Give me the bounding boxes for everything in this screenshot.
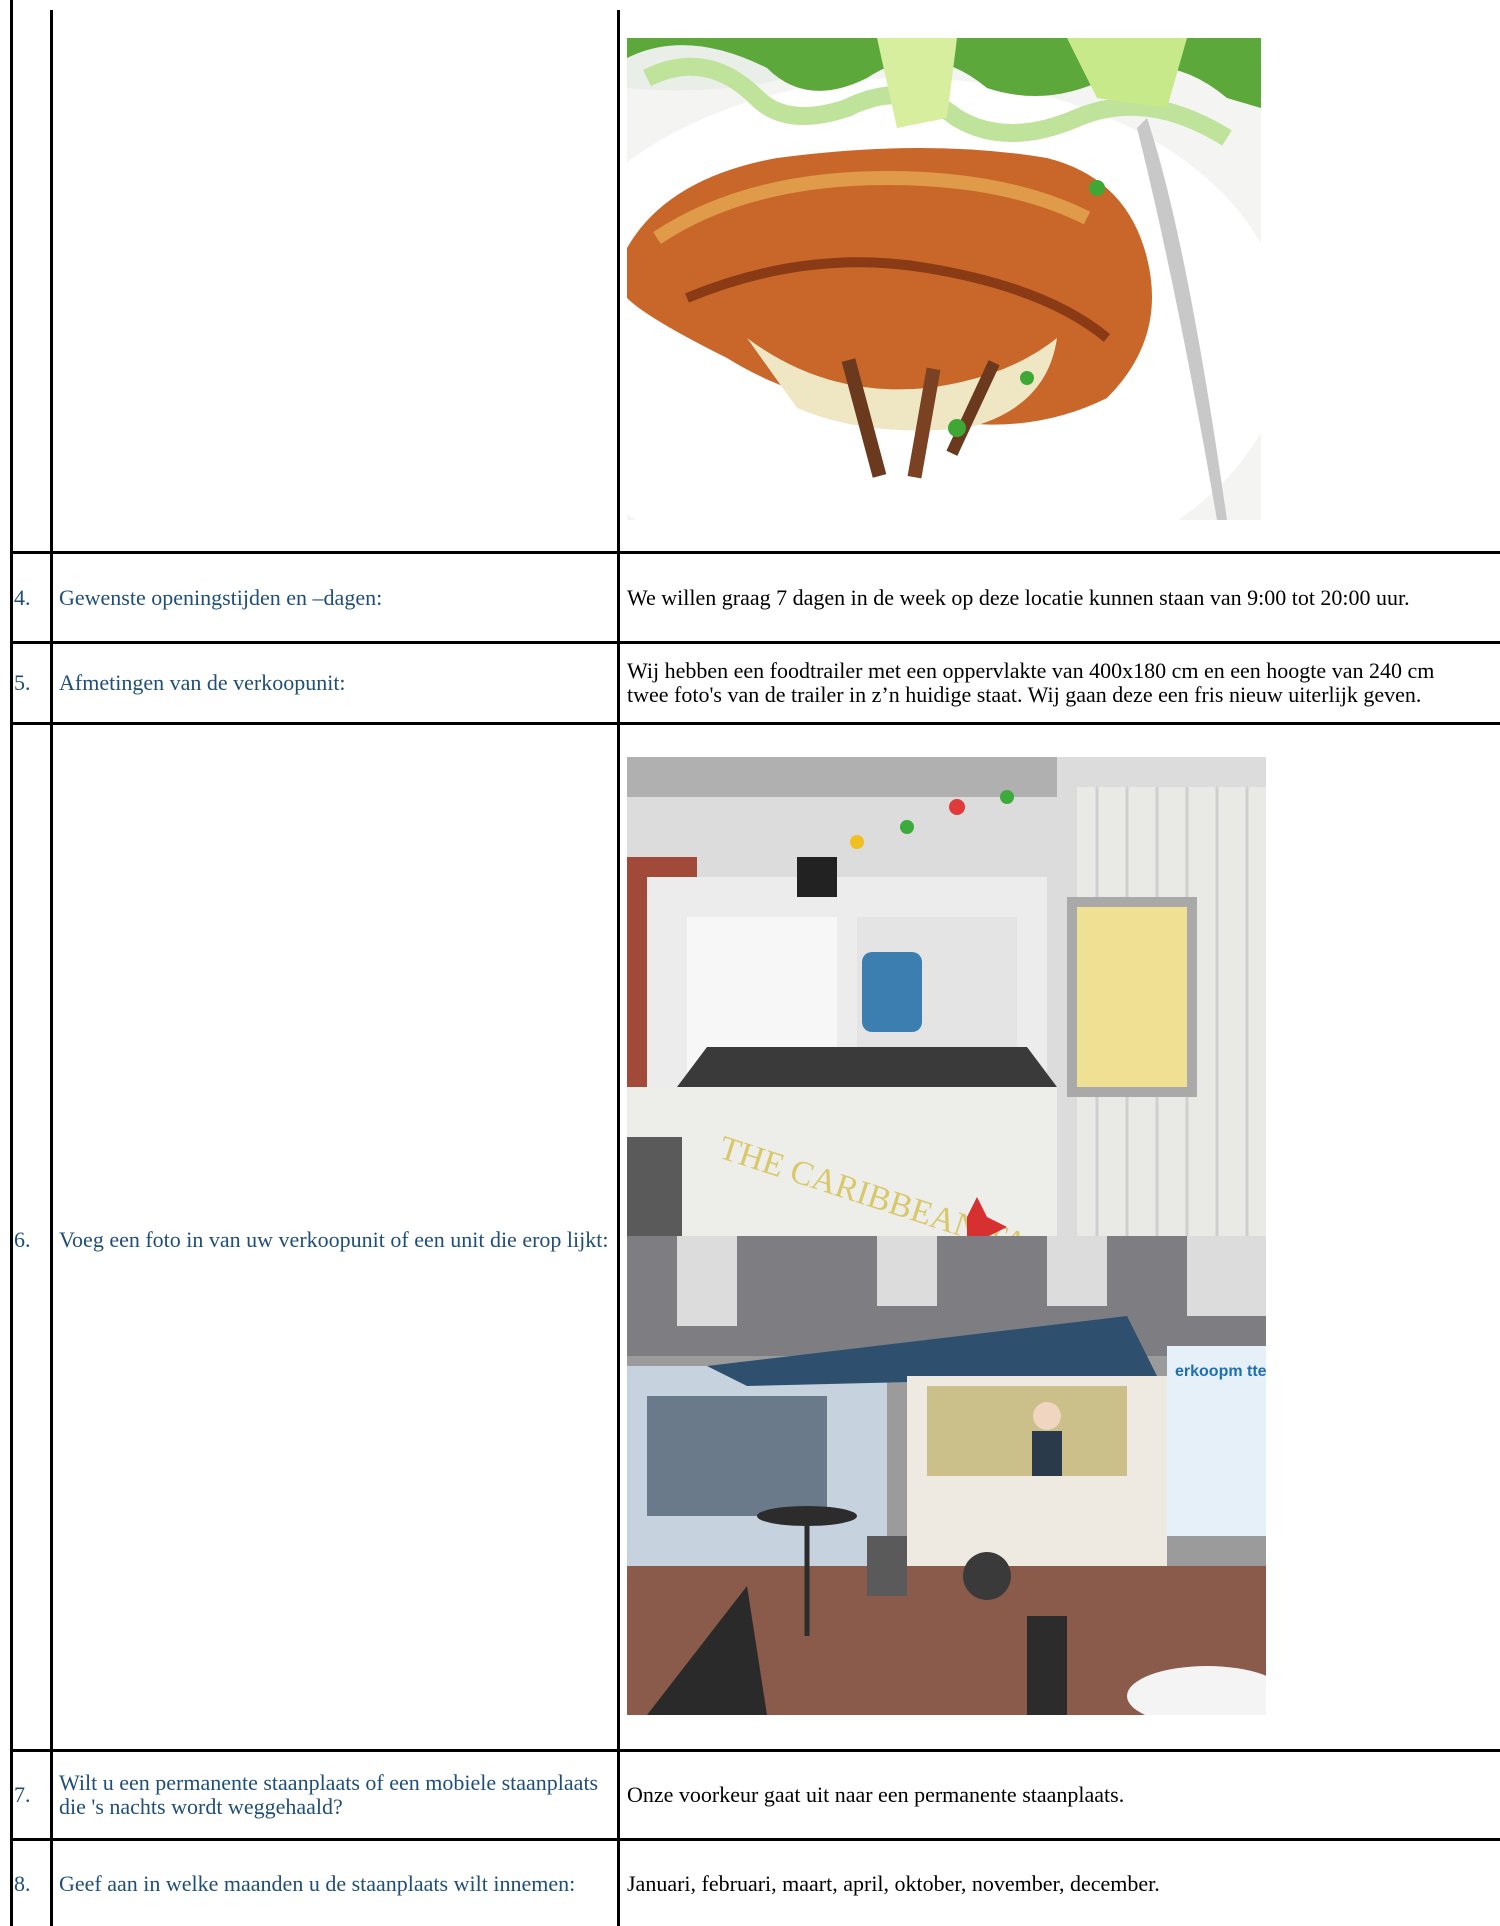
question-photo-unit: Voeg een foto in van uw verkoopunit of e… — [59, 1227, 609, 1252]
shop-sign-text: erkoopm ttewonin — [1175, 1363, 1266, 1380]
row-number: 7. — [14, 1782, 31, 1807]
question-months: Geef aan in welke maanden u de staanplaa… — [59, 1870, 576, 1896]
row-number: 6. — [14, 1227, 31, 1252]
answer-opening-hours: We willen graag 7 dagen in de week op de… — [627, 584, 1410, 610]
column-divider-number — [50, 10, 53, 1926]
row-number: 5. — [14, 670, 31, 695]
answer-permanent-or-mobile: Onze voorkeur gaat uit naar een permanen… — [627, 1782, 1125, 1807]
trailer-interior-photo: THE CARIBBEAN TASTE — [627, 757, 1266, 1236]
answer-dimensions: Wij hebben een foodtrailer met een opper… — [627, 644, 1500, 722]
answer-dimensions-line-1: Wij hebben een foodtrailer met een opper… — [627, 658, 1435, 683]
row-number: 4. — [14, 584, 31, 610]
question-permanent-or-mobile: Wilt u een permanente staanplaats of een… — [59, 1770, 599, 1819]
question-dimensions: Afmetingen van de verkoopunit: — [59, 670, 346, 695]
row-number: 8. — [14, 1870, 31, 1896]
trailer-exterior-photo: erkoopm ttewonin — [627, 1236, 1266, 1715]
omelette-photo — [627, 38, 1261, 520]
answer-dimensions-line-2: twee foto's van de trailer in z’n huidig… — [627, 682, 1422, 707]
row-divider — [10, 722, 1500, 725]
table-left-border — [10, 0, 13, 1926]
answer-months: Januari, februari, maart, april, oktober… — [627, 1870, 1160, 1896]
question-opening-hours: Gewenste openingstijden en –dagen: — [59, 584, 383, 610]
column-divider-answer — [617, 10, 620, 1926]
